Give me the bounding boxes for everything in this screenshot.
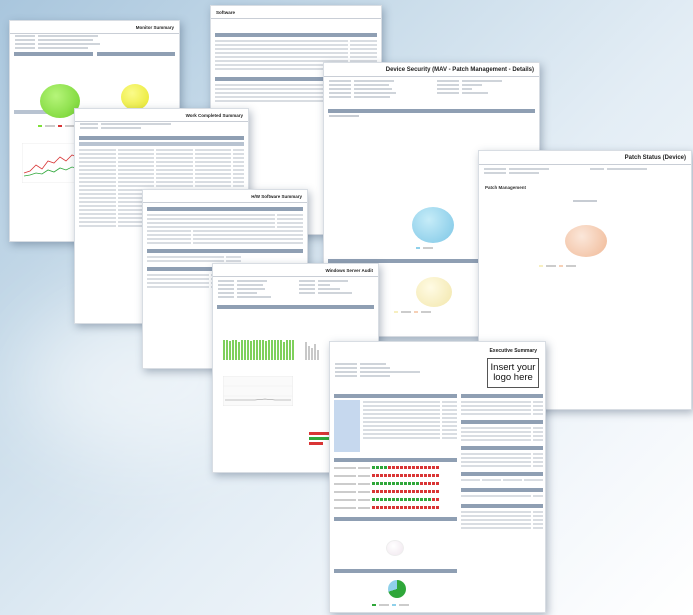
yellow-pie-chart [121, 84, 149, 110]
report-page-executive-summary: Executive Summary Insert your logo here [329, 341, 546, 613]
availability-bar-chart [223, 338, 294, 360]
cream-pie-chart [416, 277, 452, 307]
page-title: Software [216, 10, 236, 15]
av-pie-chart [388, 580, 406, 598]
page-title: Windows Server Audit [325, 268, 373, 273]
patch-bar-rows [334, 464, 457, 509]
page-title: Device Security (MAV - Patch Management … [385, 67, 534, 73]
peach-pie-chart [565, 225, 607, 257]
page-title: Monitor Summary [135, 25, 174, 30]
page-title: Work Completed Summary [185, 113, 243, 118]
cpu-bar-chart [305, 340, 319, 360]
logo-placeholder: Insert your logo here [487, 358, 539, 388]
monitor-line-chart [22, 143, 82, 183]
section-heading: Patch Management [485, 185, 527, 190]
page-title: H/W Software Summary [251, 194, 302, 199]
status-tile [334, 400, 360, 452]
patch-mini-pie-chart [386, 540, 404, 556]
disk-line-chart [223, 376, 293, 406]
page-title: Executive Summary [489, 348, 537, 354]
blue-pie-chart [412, 207, 454, 243]
page-title: Patch Status (Device) [624, 155, 686, 161]
